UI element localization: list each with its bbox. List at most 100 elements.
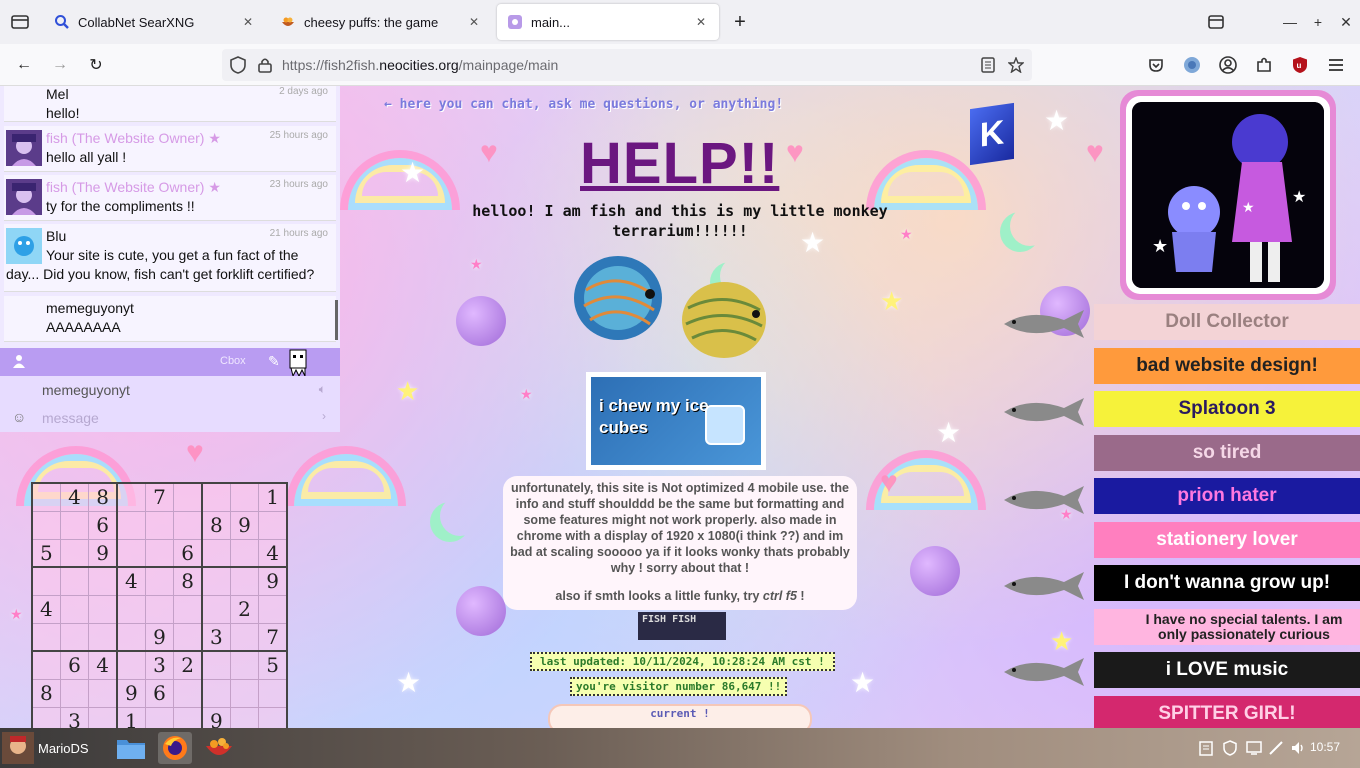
sudoku-cell[interactable] <box>144 538 175 568</box>
sudoku-cell[interactable] <box>229 622 260 652</box>
close-window-button[interactable]: ✕ <box>1336 12 1356 32</box>
sudoku-cell[interactable] <box>258 706 289 728</box>
sudoku-cell[interactable] <box>59 538 90 568</box>
sudoku-cell[interactable] <box>30 510 61 540</box>
sudoku-cell[interactable] <box>59 510 90 540</box>
sudoku-cell[interactable]: 8 <box>200 510 231 540</box>
sudoku-cell[interactable]: 4 <box>59 482 90 512</box>
sudoku-cell[interactable] <box>59 566 90 596</box>
sudoku-cell[interactable]: 6 <box>173 538 203 568</box>
sudoku-cell[interactable]: 3 <box>144 650 175 680</box>
sudoku-cell[interactable] <box>115 482 146 512</box>
sudoku-cell[interactable]: 8 <box>30 678 61 708</box>
sudoku-cell[interactable] <box>144 706 175 728</box>
sudoku-cell[interactable] <box>200 650 231 680</box>
sudoku-cell[interactable] <box>173 622 203 652</box>
sudoku-cell[interactable] <box>88 566 118 596</box>
shield-icon[interactable] <box>228 55 248 75</box>
sudoku-cell[interactable] <box>173 594 203 624</box>
sudoku-cell[interactable]: 4 <box>258 538 289 568</box>
chat-scrollbar[interactable] <box>335 300 338 340</box>
sudoku-cell[interactable] <box>115 538 146 568</box>
bookmark-star-icon[interactable] <box>1006 55 1026 75</box>
chat-message-input[interactable]: ☺ message › <box>0 404 340 432</box>
sudoku-cell[interactable] <box>173 706 203 728</box>
sudoku-cell[interactable] <box>173 510 203 540</box>
sudoku-cell[interactable] <box>88 678 118 708</box>
tab-searxng[interactable]: CollabNet SearXNG ✕ <box>44 4 266 40</box>
new-tab-button[interactable]: + <box>728 10 752 34</box>
pocket-icon[interactable] <box>1146 55 1166 75</box>
sudoku-cell[interactable]: 4 <box>30 594 61 624</box>
edit-icon[interactable]: ✎ <box>268 353 280 370</box>
sudoku-cell[interactable] <box>115 594 146 624</box>
start-menu-button[interactable]: MarioDS <box>2 731 89 765</box>
file-manager-button[interactable] <box>114 732 148 764</box>
sudoku-cell[interactable] <box>30 622 61 652</box>
sudoku-cell[interactable] <box>88 594 118 624</box>
back-button[interactable]: ← <box>12 53 36 77</box>
sudoku-cell[interactable] <box>115 650 146 680</box>
sudoku-cell[interactable] <box>229 650 260 680</box>
minimize-button[interactable]: — <box>1280 12 1300 32</box>
sudoku-grid[interactable]: 487168959644894293764325896319 <box>30 482 289 728</box>
sudoku-cell[interactable]: 3 <box>59 706 90 728</box>
sudoku-cell[interactable] <box>200 482 231 512</box>
sudoku-cell[interactable]: 1 <box>115 706 146 728</box>
sudoku-cell[interactable]: 6 <box>144 678 175 708</box>
volume-icon[interactable] <box>1288 738 1308 758</box>
tab-overview-button[interactable] <box>1206 12 1226 32</box>
sudoku-cell[interactable] <box>229 678 260 708</box>
sudoku-cell[interactable]: 5 <box>30 538 61 568</box>
sudoku-cell[interactable]: 3 <box>200 622 231 652</box>
ublock-icon[interactable]: u <box>1290 55 1310 75</box>
user-icon[interactable] <box>12 354 26 373</box>
sudoku-cell[interactable]: 9 <box>115 678 146 708</box>
smiley-icon[interactable]: ☺ <box>12 409 26 425</box>
speaker-icon[interactable]: 🔈︎ <box>319 382 326 397</box>
sudoku-cell[interactable] <box>173 482 203 512</box>
sudoku-cell[interactable] <box>59 594 90 624</box>
sudoku-cell[interactable] <box>229 482 260 512</box>
sudoku-cell[interactable]: 4 <box>115 566 146 596</box>
sudoku-cell[interactable] <box>59 678 90 708</box>
sudoku-cell[interactable] <box>115 622 146 652</box>
sudoku-cell[interactable] <box>229 538 260 568</box>
sudoku-cell[interactable]: 2 <box>229 594 260 624</box>
sudoku-cell[interactable]: 6 <box>88 510 118 540</box>
sudoku-cell[interactable]: 7 <box>258 622 289 652</box>
sudoku-cell[interactable]: 9 <box>229 510 260 540</box>
reader-view-icon[interactable] <box>978 55 998 75</box>
fish-fish-button[interactable]: FISH FISH <box>638 612 726 640</box>
sudoku-cell[interactable]: 9 <box>88 538 118 568</box>
sudoku-cell[interactable] <box>229 706 260 728</box>
firefox-button[interactable] <box>158 732 192 764</box>
close-icon[interactable]: ✕ <box>466 14 482 30</box>
sudoku-cell[interactable] <box>144 594 175 624</box>
sudoku-cell[interactable] <box>88 622 118 652</box>
sudoku-cell[interactable] <box>200 538 231 568</box>
account-icon[interactable] <box>1218 55 1238 75</box>
address-bar[interactable]: https://fish2fish.neocities.org/mainpage… <box>222 49 1032 81</box>
sudoku-cell[interactable] <box>200 566 231 596</box>
sudoku-cell[interactable]: 7 <box>144 482 175 512</box>
sudoku-cell[interactable]: 5 <box>258 650 289 680</box>
sudoku-cell[interactable]: 9 <box>200 706 231 728</box>
sudoku-cell[interactable]: 1 <box>258 482 289 512</box>
cheesy-puffs-button[interactable] <box>202 732 236 764</box>
tab-list-button[interactable] <box>8 10 32 34</box>
chat-name-field[interactable]: memeguyonyt 🔈︎ <box>0 376 340 404</box>
sudoku-cell[interactable]: 2 <box>173 650 203 680</box>
tab-main[interactable]: main... ✕ <box>497 4 719 40</box>
page-title[interactable]: HELP!! <box>580 130 779 197</box>
sudoku-cell[interactable] <box>115 510 146 540</box>
sudoku-cell[interactable]: 6 <box>59 650 90 680</box>
sudoku-cell[interactable] <box>88 706 118 728</box>
cbox-label[interactable]: Cbox <box>220 355 246 367</box>
sudoku-cell[interactable]: 4 <box>88 650 118 680</box>
reload-button[interactable]: ↻ <box>84 53 108 77</box>
pen-icon[interactable] <box>1266 738 1286 758</box>
maximize-button[interactable]: + <box>1308 12 1328 32</box>
sudoku-cell[interactable] <box>258 594 289 624</box>
sudoku-cell[interactable]: 9 <box>258 566 289 596</box>
